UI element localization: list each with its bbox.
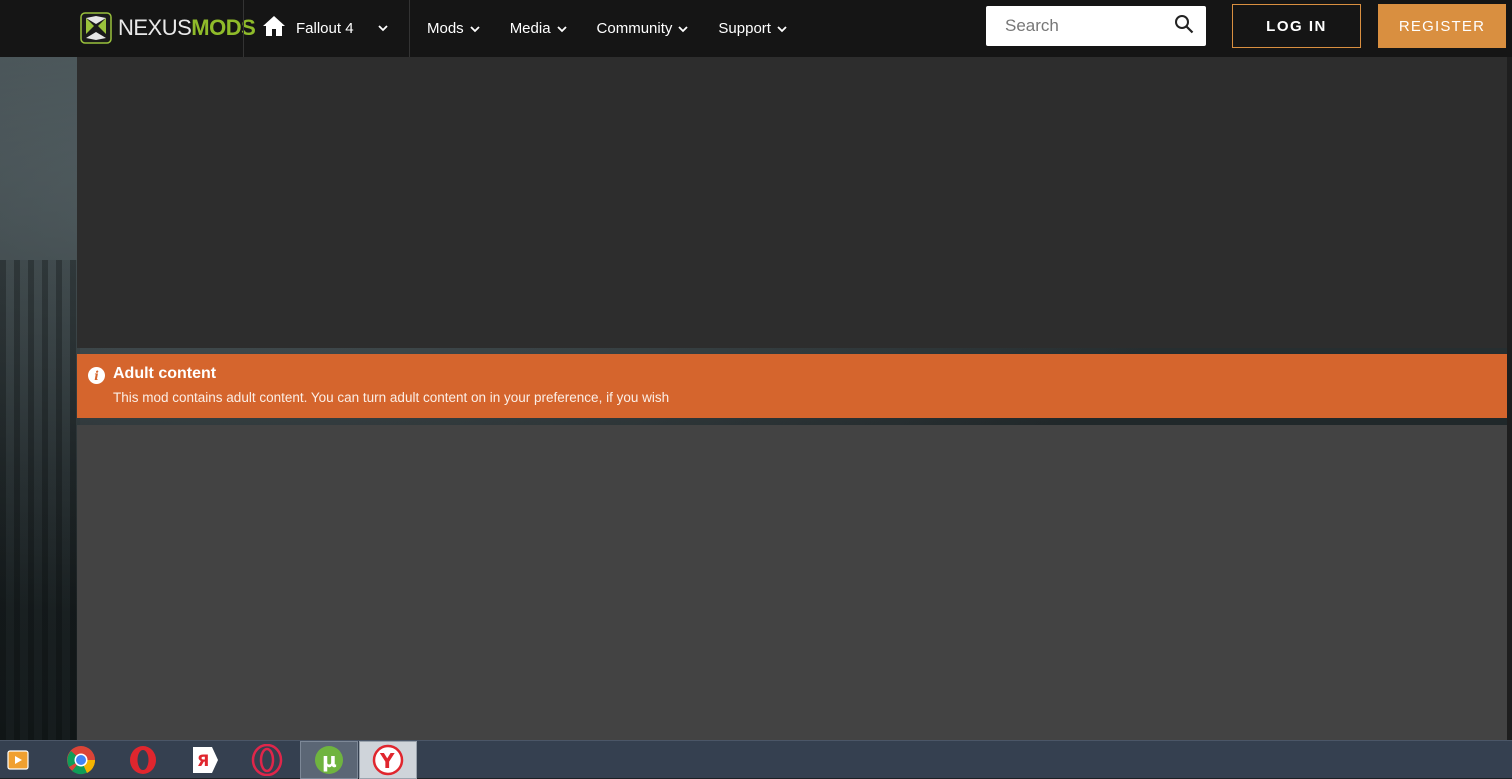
background-trees bbox=[0, 260, 80, 740]
search-input[interactable] bbox=[1003, 15, 1174, 37]
nav-item-label: Support bbox=[718, 20, 771, 37]
nexus-logo-icon bbox=[80, 12, 112, 44]
nav-divider bbox=[243, 0, 244, 57]
game-label: Fallout 4 bbox=[296, 20, 354, 37]
logo-text-mods: MODS bbox=[191, 15, 256, 40]
home-icon bbox=[262, 15, 286, 42]
nav-item-community[interactable]: Community bbox=[597, 20, 689, 37]
chevron-down-icon bbox=[556, 25, 567, 32]
logo-text: NEXUS MODS bbox=[118, 15, 256, 41]
mod-content-panel bbox=[77, 425, 1507, 740]
main-menu: Mods Media Community Support bbox=[427, 0, 787, 57]
alert-title: Adult content bbox=[113, 365, 217, 382]
yandex-browser-icon[interactable]: Y bbox=[359, 741, 417, 779]
nav-item-mods[interactable]: Mods bbox=[427, 20, 480, 37]
login-button[interactable]: LOG IN bbox=[1232, 4, 1361, 48]
os-taskbar: Я µ Y bbox=[0, 740, 1512, 779]
search-box bbox=[986, 6, 1206, 46]
adult-content-alert: i Adult content This mod contains adult … bbox=[77, 354, 1507, 418]
nav-item-support[interactable]: Support bbox=[718, 20, 787, 37]
nav-item-label: Media bbox=[509, 20, 551, 37]
nexusmods-logo[interactable]: NEXUS MODS bbox=[80, 10, 256, 46]
yandex-browser-glyph: Y bbox=[379, 749, 395, 773]
nav-item-label: Community bbox=[596, 20, 673, 37]
utorrent-glyph: µ bbox=[322, 748, 337, 772]
chevron-down-icon bbox=[377, 20, 388, 38]
alert-message: This mod contains adult content. You can… bbox=[113, 390, 670, 405]
page-scrollbar[interactable] bbox=[1507, 57, 1512, 740]
utorrent-icon[interactable]: µ bbox=[300, 741, 358, 779]
search-icon[interactable] bbox=[1174, 14, 1194, 39]
nav-item-media[interactable]: Media bbox=[510, 20, 567, 37]
yandex-icon[interactable]: Я bbox=[176, 741, 234, 779]
opera-icon[interactable] bbox=[114, 741, 172, 779]
media-player-icon[interactable] bbox=[0, 741, 38, 779]
chevron-down-icon bbox=[470, 25, 480, 32]
opera-gx-icon[interactable] bbox=[238, 741, 296, 779]
nav-divider bbox=[409, 0, 410, 57]
yandex-glyph: Я bbox=[197, 751, 209, 770]
nav-item-label: Mods bbox=[427, 20, 464, 37]
logo-text-nexus: NEXUS bbox=[118, 15, 192, 40]
chevron-down-icon bbox=[777, 25, 787, 32]
top-navigation-bar: NEXUS MODS Fallout 4 Mods Media Community… bbox=[0, 0, 1512, 57]
chevron-down-icon bbox=[678, 25, 689, 32]
game-selector[interactable]: Fallout 4 bbox=[262, 0, 388, 57]
register-button[interactable]: REGISTER bbox=[1378, 4, 1506, 48]
chrome-icon[interactable] bbox=[52, 741, 110, 779]
mod-header-panel bbox=[77, 57, 1507, 348]
info-icon: i bbox=[88, 367, 105, 384]
